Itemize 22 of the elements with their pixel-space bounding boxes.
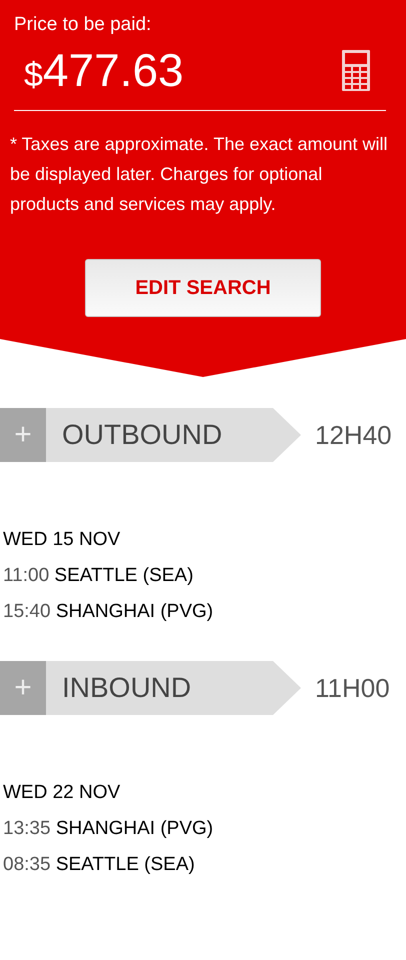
flight-date: WED 22 NOV <box>3 781 122 805</box>
flight-date: WED 15 NOV <box>3 528 122 552</box>
expand-button[interactable]: + <box>0 661 46 715</box>
leg-duration: 11H00 <box>315 672 390 704</box>
flight-time: 11:00 <box>3 565 50 586</box>
airport-name: SEATTLE (SEA) <box>56 854 195 875</box>
price-amount: 477.63 <box>42 43 184 97</box>
airport-name: SHANGHAI (PVG) <box>56 818 214 839</box>
expand-button[interactable]: + <box>0 408 46 462</box>
airport-name: SHANGHAI (PVG) <box>56 601 214 622</box>
leg-title: INBOUND <box>46 661 301 715</box>
currency-symbol: $ <box>24 56 43 95</box>
flight-time: 08:35 <box>3 854 51 875</box>
leg-title: OUTBOUND <box>46 408 301 462</box>
airport-name: SEATTLE (SEA) <box>54 565 194 586</box>
flight-time: 15:40 <box>3 601 51 622</box>
calculator-icon[interactable] <box>342 50 370 90</box>
flight-time: 13:35 <box>3 818 51 839</box>
edit-search-button[interactable]: EDIT SEARCH <box>85 259 321 317</box>
price-label: Price to be paid: <box>14 14 152 36</box>
leg-duration: 12H40 <box>315 420 392 450</box>
tax-note: * Taxes are approximate. The exact amount will be displayed later. Charges for optional products and services may apply. <box>10 133 389 216</box>
